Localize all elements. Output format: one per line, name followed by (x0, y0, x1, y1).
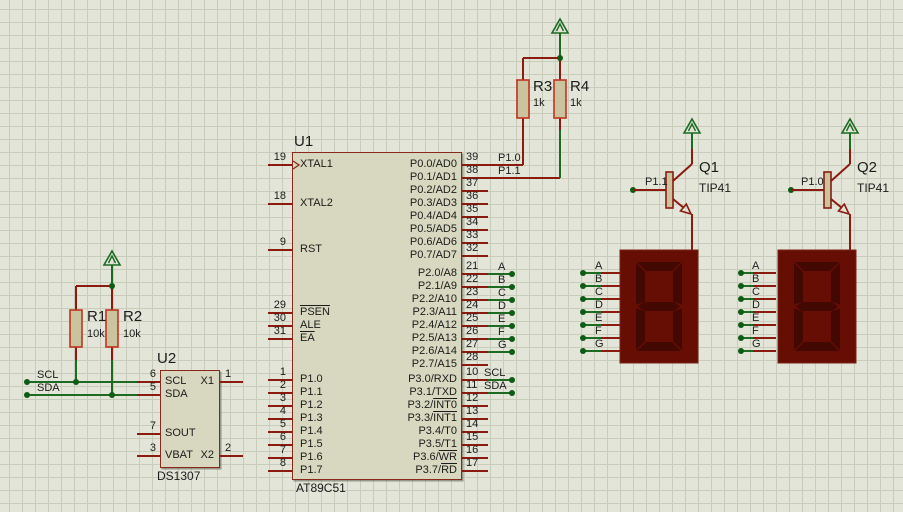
junction-dot (109, 392, 115, 398)
wire-layer[interactable] (0, 0, 903, 512)
junction-dot (24, 392, 30, 398)
junction-dot (509, 323, 515, 329)
junction-dot (509, 284, 515, 290)
junction-dot (109, 283, 115, 289)
power-symbol[interactable] (102, 249, 122, 266)
junction-dot (73, 379, 79, 385)
resistor-r3[interactable] (516, 79, 530, 119)
junction-dot (509, 297, 515, 303)
resistor-r2[interactable] (105, 309, 119, 348)
u1-pins[interactable] (268, 160, 515, 472)
junction-dot (509, 377, 515, 383)
junction-dot (509, 390, 515, 396)
seven-segment-display-2[interactable] (777, 249, 857, 364)
junction-dot (738, 322, 744, 328)
power-symbol[interactable] (550, 17, 570, 34)
power-symbol[interactable] (840, 117, 860, 134)
junction-dot (738, 270, 744, 276)
junction-dot (509, 336, 515, 342)
schematic-canvas[interactable]: U1 AT89C51 U2 DS1307 R1 10k R2 10k R3 1k… (0, 0, 903, 512)
clock-pin-icon (292, 160, 301, 170)
transistor-q1-base-bar (665, 171, 674, 209)
resistor-r4[interactable] (553, 79, 567, 119)
junction-dot (557, 55, 563, 61)
junction-dot (738, 283, 744, 289)
power-symbol[interactable] (682, 117, 702, 134)
junction-dot (580, 348, 586, 354)
resistor-r1[interactable] (69, 309, 83, 348)
transistor-q1[interactable] (633, 163, 693, 216)
nets[interactable] (24, 17, 860, 457)
junction-dot (738, 309, 744, 315)
seven-segment-display-1[interactable] (619, 249, 699, 364)
transistor-q2-base-bar (823, 171, 832, 209)
junction-dot (738, 296, 744, 302)
junction-dot (738, 335, 744, 341)
junction-dot (580, 296, 586, 302)
resistors[interactable] (69, 79, 567, 348)
junction-dot (580, 335, 586, 341)
junction-dot (580, 322, 586, 328)
junction-dot (509, 271, 515, 277)
junction-dot (580, 309, 586, 315)
junction-dot (580, 270, 586, 276)
junction-dot (509, 310, 515, 316)
junction-dot (509, 349, 515, 355)
transistor-q2[interactable] (791, 163, 851, 216)
junction-dot (738, 348, 744, 354)
junction-dot (24, 379, 30, 385)
junction-dot (580, 283, 586, 289)
